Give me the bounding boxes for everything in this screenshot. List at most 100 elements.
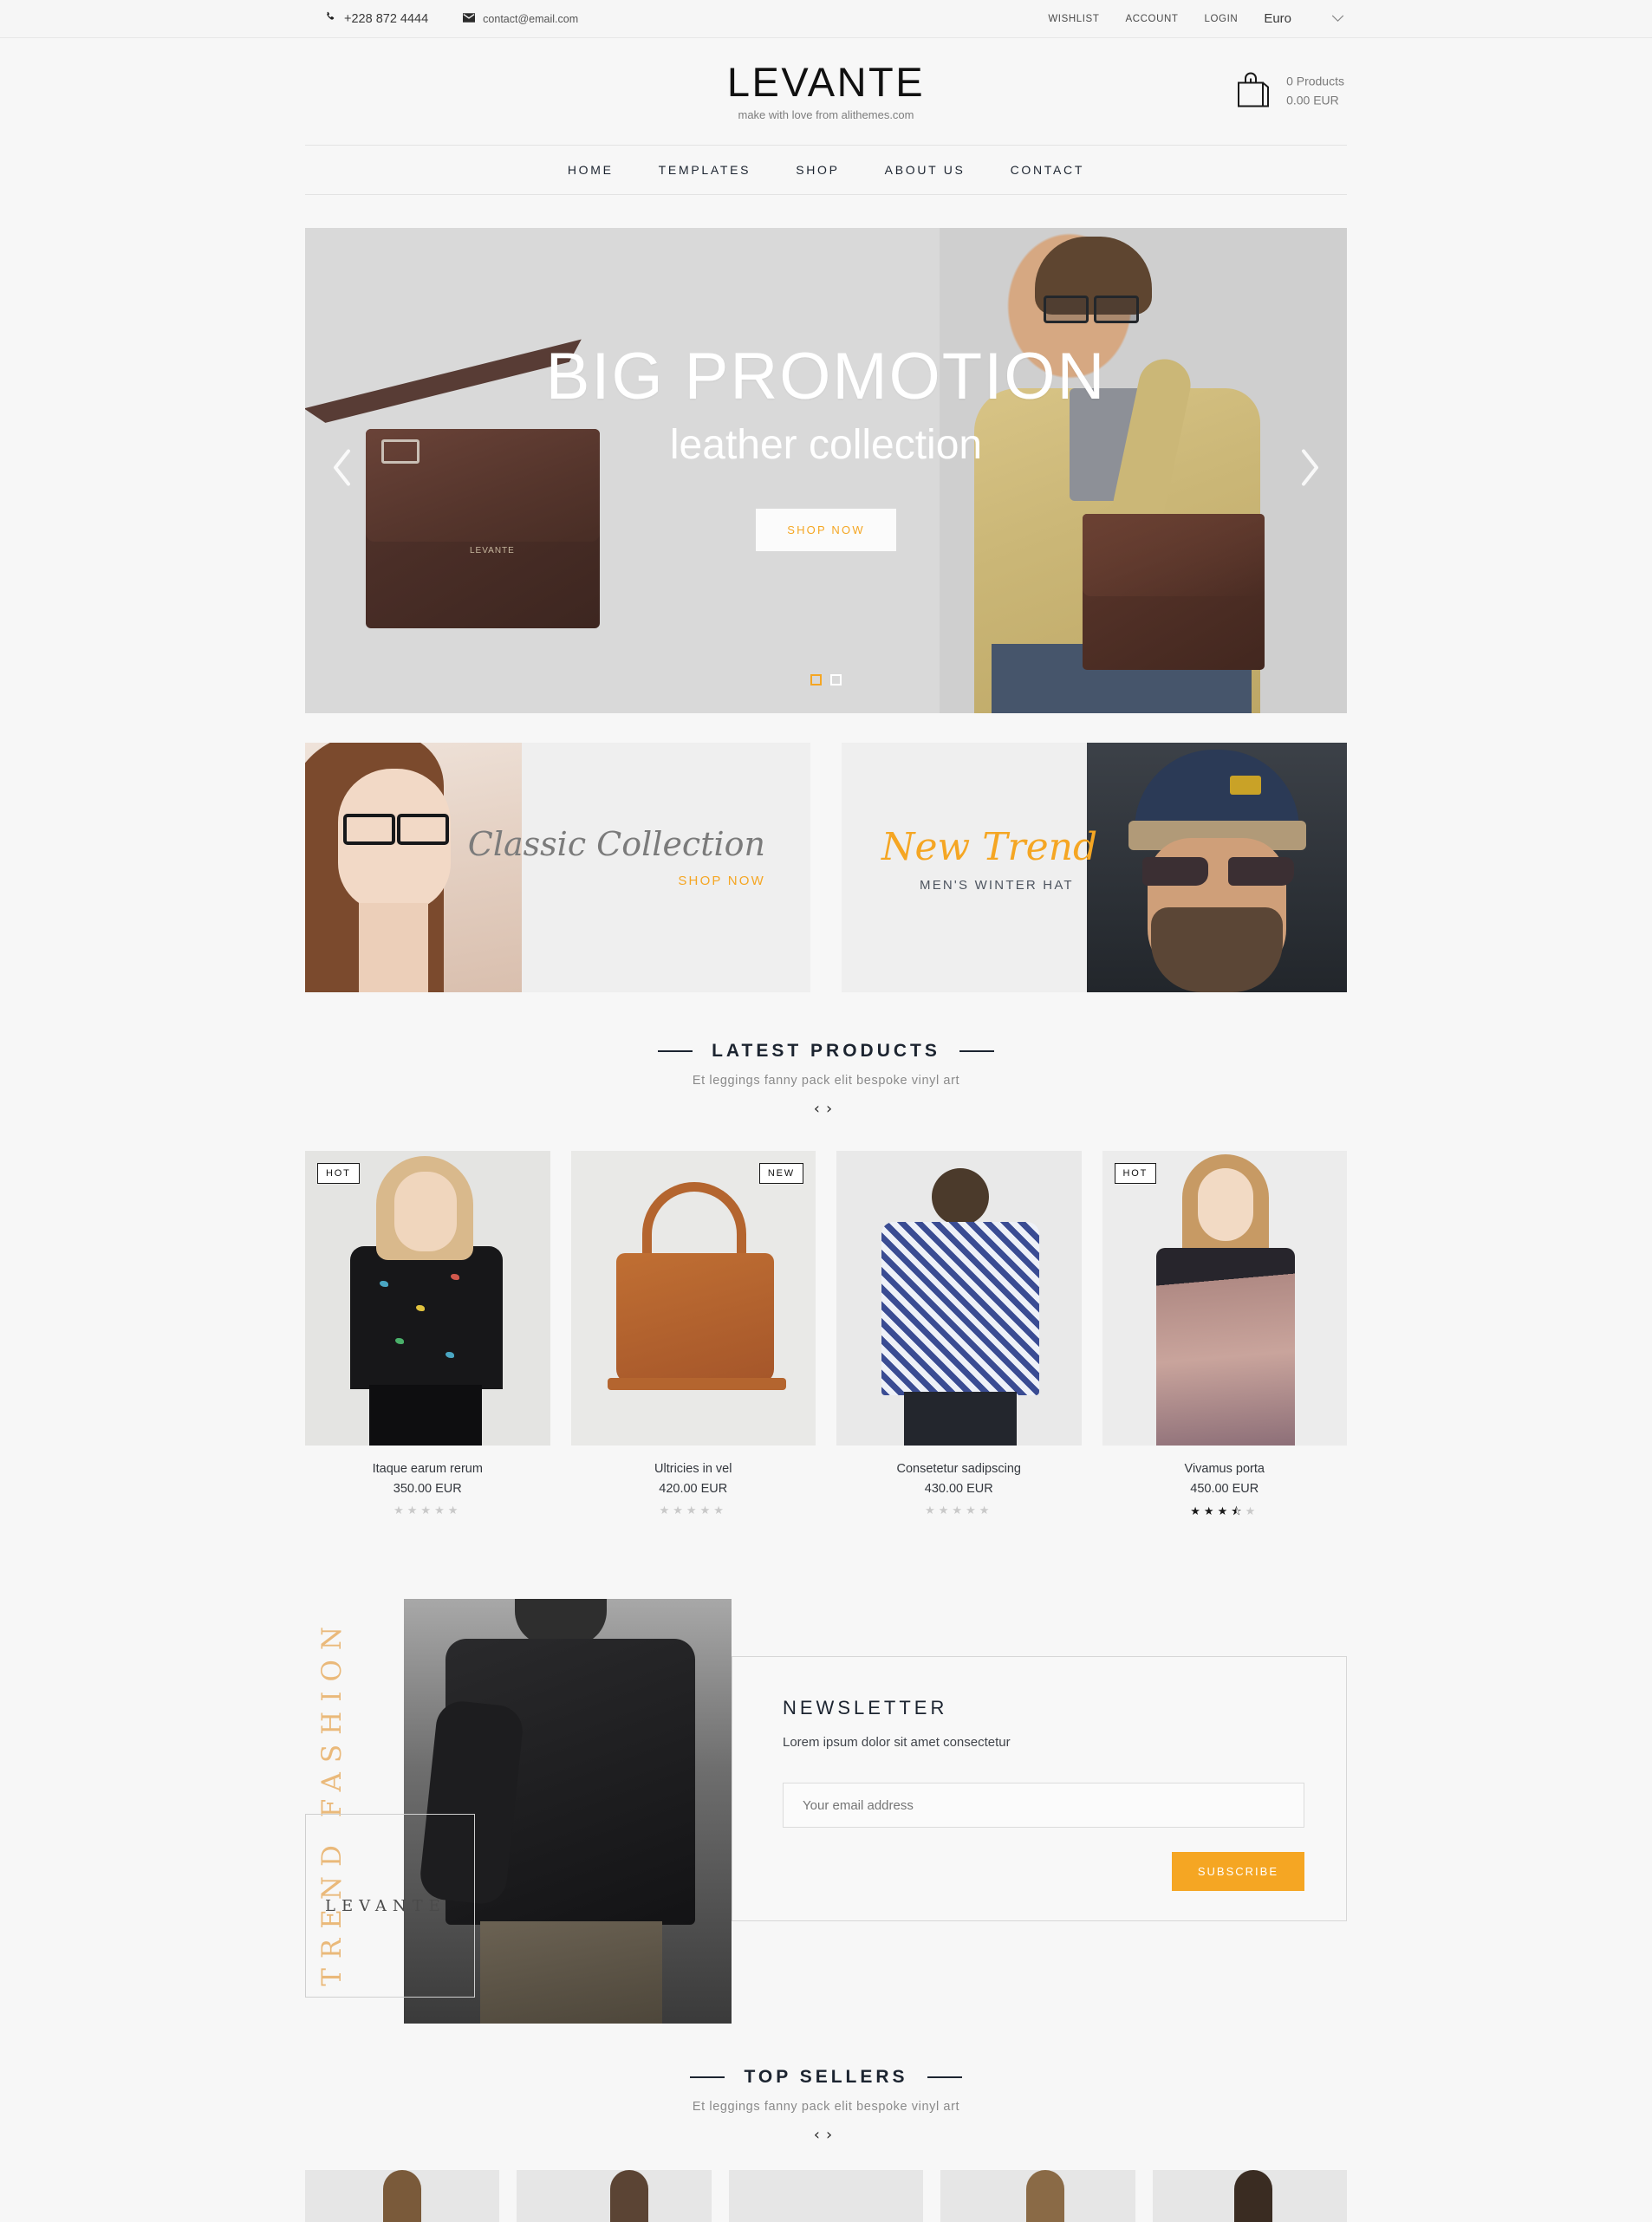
classic-collection-title: Classic Collection: [467, 825, 765, 863]
latest-next-arrow[interactable]: ›: [826, 1100, 838, 1118]
top-sellers-carousel-controls: ‹›: [0, 2126, 1652, 2144]
top-sellers-title-row: TOP SELLERS: [690, 2067, 962, 2088]
hero-dot-2[interactable]: [830, 674, 842, 685]
top-bar: +228 872 4444 contact@email.com WISHLIST…: [0, 0, 1652, 38]
title-rule-right: [959, 1050, 994, 1052]
email-address: contact@email.com: [483, 12, 579, 25]
wishlist-link[interactable]: WISHLIST: [1048, 14, 1099, 24]
new-trend-title: New Trend: [881, 825, 1098, 869]
latest-prev-arrow[interactable]: ‹: [814, 1100, 826, 1118]
nav-item-home[interactable]: HOME: [545, 163, 636, 177]
product-rating: ★★★⯪★: [1190, 1504, 1259, 1517]
hero-pagination: [305, 674, 1347, 685]
product-badge: HOT: [317, 1163, 360, 1184]
nav-item-shop[interactable]: SHOP: [773, 163, 862, 177]
product-rating: ★★★★★: [925, 1504, 993, 1517]
product-price: 430.00 EUR: [924, 1482, 993, 1496]
product-image[interactable]: HOT: [305, 1151, 550, 1446]
hero-title: BIG PROMOTION: [545, 340, 1107, 413]
title-rule-left: [690, 2076, 725, 2078]
phone-number: +228 872 4444: [344, 11, 429, 26]
hero-subtitle: leather collection: [669, 422, 983, 468]
product-card[interactable]: NEW Ultricies in vel 420.00 EUR ★★★★★: [570, 1151, 816, 1523]
top-sellers-grid: [305, 2170, 1348, 2222]
main-nav: HOME TEMPLATES SHOP ABOUT US CONTACT: [305, 145, 1347, 195]
phone-contact[interactable]: +228 872 4444: [325, 11, 428, 26]
product-name[interactable]: Consetetur sadipscing: [836, 1462, 1082, 1476]
hero-dot-1[interactable]: [810, 674, 822, 685]
new-trend-subtitle: MEN'S WINTER HAT: [920, 878, 1074, 893]
newsletter-panel: NEWSLETTER Lorem ipsum dolor sit amet co…: [732, 1656, 1347, 1921]
login-link[interactable]: LOGIN: [1205, 14, 1239, 24]
brand-name: LEVANTE: [726, 58, 926, 105]
product-price: 450.00 EUR: [1190, 1482, 1259, 1496]
top-sellers-prev-arrow[interactable]: ‹: [814, 2126, 826, 2144]
top-seller-card[interactable]: [940, 2170, 1135, 2222]
phone-icon: [325, 11, 336, 26]
product-card[interactable]: HOT Vivamus porta 450.00 EUR ★★★⯪★: [1102, 1151, 1348, 1523]
top-sellers-subtitle: Et leggings fanny pack elit bespoke viny…: [692, 2100, 960, 2114]
latest-products-title: LATEST PRODUCTS: [712, 1041, 940, 1061]
nav-item-templates[interactable]: TEMPLATES: [636, 163, 774, 177]
cart-total: 0.00 EUR: [1286, 93, 1339, 107]
newsletter-title: NEWSLETTER: [783, 1697, 948, 1718]
product-rating: ★★★★★: [659, 1504, 727, 1517]
newsletter-subscribe-button[interactable]: SUBSCRIBE: [1171, 1852, 1304, 1891]
product-name[interactable]: Ultricies in vel: [571, 1462, 816, 1476]
nav-item-contact[interactable]: CONTACT: [988, 163, 1108, 177]
levante-frame-label: LEVANTE: [305, 1814, 475, 1998]
latest-products-grid: HOT Itaque earum rerum 350.00 EUR ★★★★★ …: [305, 1151, 1347, 1523]
new-trend-model-image: [1087, 743, 1347, 992]
chevron-down-icon[interactable]: [1331, 13, 1344, 25]
product-badge: NEW: [758, 1163, 803, 1184]
top-seller-card[interactable]: [517, 2170, 712, 2222]
nav-item-about-us[interactable]: ABOUT US: [862, 163, 988, 177]
classic-collection-shop-now[interactable]: SHOP NOW: [468, 874, 765, 888]
hero-next-arrow[interactable]: [1298, 449, 1321, 493]
classic-collection-text: Classic Collection SHOP NOW: [468, 825, 765, 888]
promo-banners: Classic Collection SHOP NOW New Trend ME…: [305, 743, 1347, 992]
cart-widget[interactable]: 0 Products 0.00 EUR: [1236, 71, 1344, 112]
product-price: 420.00 EUR: [659, 1482, 728, 1496]
product-name[interactable]: Itaque earum rerum: [305, 1462, 550, 1476]
top-sellers-next-arrow[interactable]: ›: [826, 2126, 838, 2144]
account-link[interactable]: ACCOUNT: [1125, 14, 1178, 24]
product-price: 350.00 EUR: [393, 1482, 462, 1496]
top-sellers-title: TOP SELLERS: [744, 2067, 908, 2087]
promo-banner-new-trend[interactable]: New Trend MEN'S WINTER HAT: [842, 743, 1347, 992]
hero-shop-now-button[interactable]: SHOP NOW: [756, 509, 896, 551]
brand-tagline: make with love from alithemes.com: [738, 108, 914, 122]
product-name[interactable]: Vivamus porta: [1102, 1462, 1348, 1476]
levante-frame-text: LEVANTE: [325, 1896, 446, 1915]
product-image[interactable]: HOT: [1102, 1151, 1347, 1446]
product-badge: HOT: [1114, 1163, 1157, 1184]
product-card[interactable]: Consetetur sadipscing 430.00 EUR ★★★★★: [836, 1151, 1082, 1523]
currency-selector[interactable]: Euro: [1264, 11, 1291, 26]
latest-products-heading: LATEST PRODUCTS Et leggings fanny pack e…: [0, 1041, 1652, 1118]
top-bar-account: WISHLIST ACCOUNT LOGIN Euro: [1048, 11, 1344, 26]
site-header: LEVANTE make with love from alithemes.co…: [0, 38, 1652, 145]
product-image[interactable]: NEW: [570, 1151, 816, 1446]
email-contact[interactable]: contact@email.com: [463, 13, 578, 25]
latest-products-carousel-controls: ‹›: [0, 1100, 1652, 1118]
brand-block[interactable]: LEVANTE make with love from alithemes.co…: [726, 58, 926, 122]
hero-slider: LEVANTE BIG PROMOTION leather collection…: [305, 228, 1347, 713]
newsletter-email-input[interactable]: [783, 1783, 1304, 1828]
trend-fashion-section: TREND FASHION LEVANTE NEWSLETTER Lorem i…: [305, 1585, 1347, 2024]
top-seller-card[interactable]: [305, 2170, 500, 2222]
new-trend-text: New Trend MEN'S WINTER HAT: [881, 825, 1097, 893]
hero-prev-arrow[interactable]: [331, 449, 354, 493]
product-card[interactable]: HOT Itaque earum rerum 350.00 EUR ★★★★★: [305, 1151, 550, 1523]
cart-summary: 0 Products 0.00 EUR: [1286, 73, 1344, 110]
product-rating: ★★★★★: [393, 1504, 462, 1517]
promo-banner-classic-collection[interactable]: Classic Collection SHOP NOW: [305, 743, 810, 992]
top-sellers-heading: TOP SELLERS Et leggings fanny pack elit …: [0, 2067, 1652, 2144]
latest-products-subtitle: Et leggings fanny pack elit bespoke viny…: [692, 1074, 960, 1088]
newsletter-subtitle: Lorem ipsum dolor sit amet consectetur: [783, 1735, 1011, 1750]
product-image[interactable]: [836, 1151, 1082, 1446]
page-root: +228 872 4444 contact@email.com WISHLIST…: [0, 0, 1652, 2222]
top-seller-card[interactable]: [1152, 2170, 1348, 2222]
title-rule-right: [927, 2076, 962, 2078]
top-bar-contact: +228 872 4444 contact@email.com: [325, 11, 578, 26]
top-seller-card[interactable]: [728, 2170, 924, 2222]
